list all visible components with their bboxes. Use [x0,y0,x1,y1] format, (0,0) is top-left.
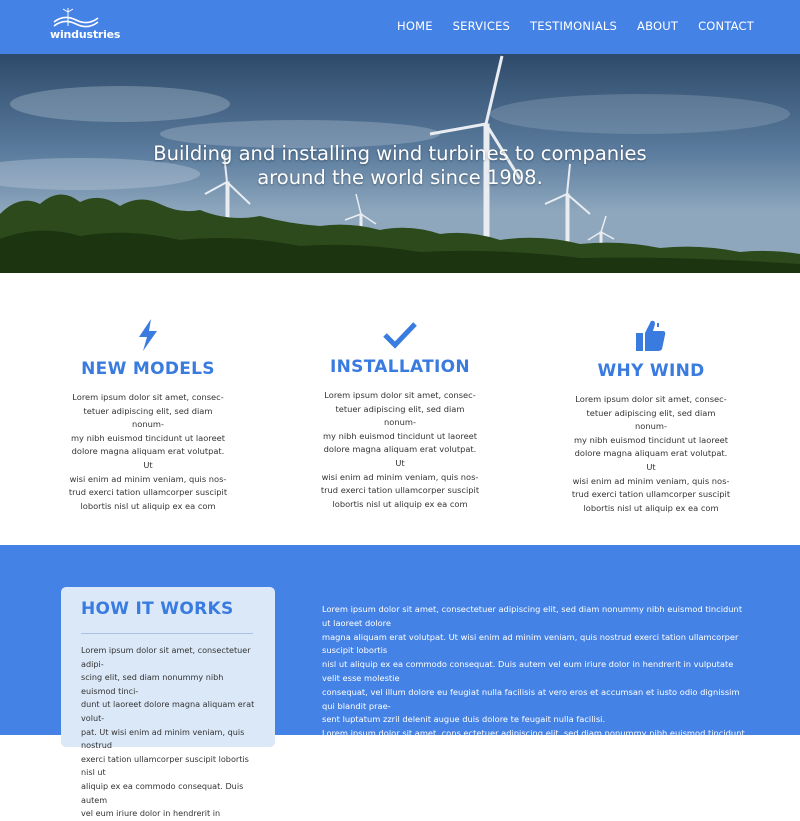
feature-installation: INSTALLATION Lorem ipsum dolor sit amet,… [320,321,480,511]
nav-contact[interactable]: CONTACT [698,19,754,33]
hero-title-line-1: Building and installing wind turbines to… [153,142,647,165]
features-section: NEW MODELS Lorem ipsum dolor sit amet, c… [0,273,800,545]
hero-title-line-2: around the world since 1908. [257,166,543,189]
logo-text: windustries [50,28,121,41]
nav-services[interactable]: SERVICES [453,19,510,33]
feature-why-wind: WHY WIND Lorem ipsum dolor sit amet, con… [571,319,731,515]
how-it-works-section: HOW IT WORKS Lorem ipsum dolor sit amet,… [0,545,800,818]
main-nav: HOME SERVICES TESTIMONIALS ABOUT CONTACT [377,19,754,33]
feature-text: Lorem ipsum dolor sit amet, consec- tetu… [571,394,731,513]
feature-title: NEW MODELS [81,359,215,379]
lightning-icon [139,319,157,351]
wind-turbine-logo-icon [53,8,99,28]
how-it-works-card: HOW IT WORKS Lorem ipsum dolor sit amet,… [61,587,275,818]
thumbs-up-icon [636,320,666,351]
feature-text: Lorem ipsum dolor sit amet, consec- tetu… [68,392,228,511]
hero-title: Building and installing wind turbines to… [0,142,800,190]
divider [81,633,253,634]
how-it-works-body: Lorem ipsum dolor sit amet, consectetuer… [322,604,745,752]
site-header: windustries HOME SERVICES TESTIMONIALS A… [0,0,800,54]
nav-testimonials[interactable]: TESTIMONIALS [530,19,617,33]
feature-title: INSTALLATION [330,357,470,377]
hero-banner: Building and installing wind turbines to… [0,54,800,273]
how-it-works-title: HOW IT WORKS [81,599,234,619]
feature-new-models: NEW MODELS Lorem ipsum dolor sit amet, c… [68,319,228,513]
nav-about[interactable]: ABOUT [637,19,678,33]
logo[interactable]: windustries [50,8,121,42]
feature-text: Lorem ipsum dolor sit amet, consec- tetu… [320,390,480,509]
nav-home[interactable]: HOME [397,19,433,33]
feature-title: WHY WIND [597,361,705,381]
card-text: Lorem ipsum dolor sit amet, consectetuer… [81,645,255,819]
checkmark-icon [383,322,417,349]
